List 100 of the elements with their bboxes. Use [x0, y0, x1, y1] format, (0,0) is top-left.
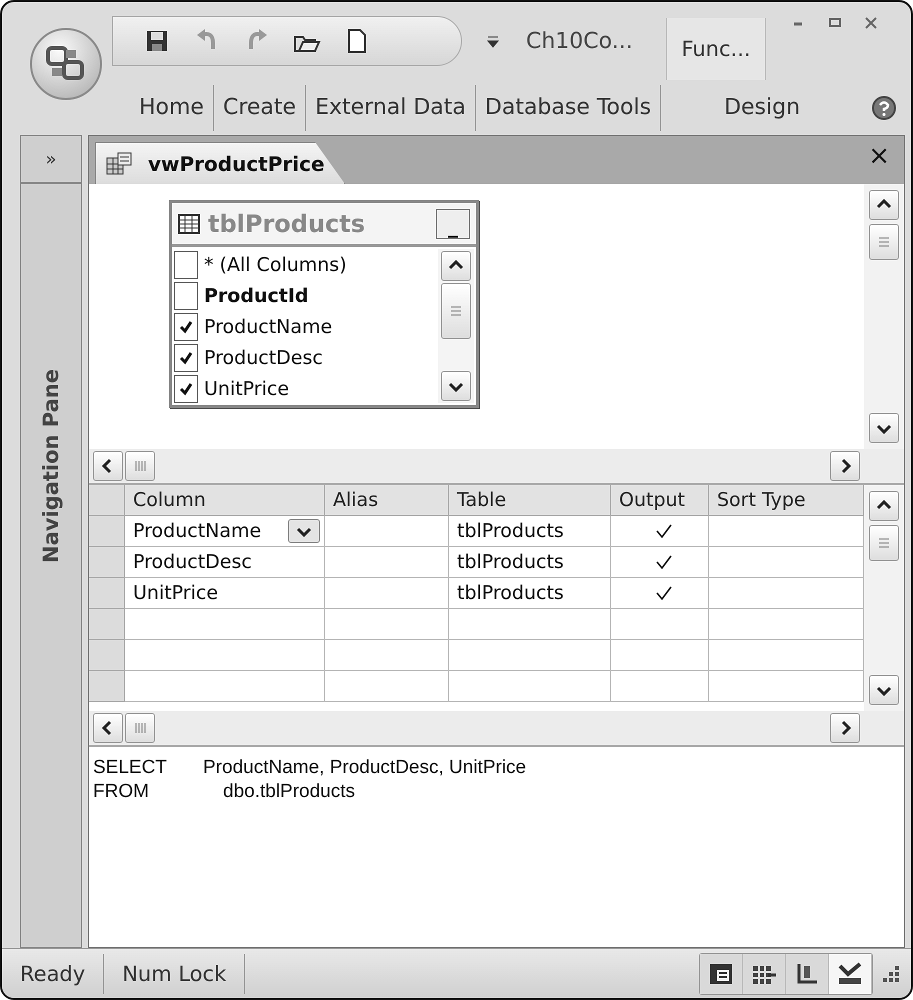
status-text: Num Lock: [104, 954, 246, 994]
document-tab[interactable]: vwProductPrice: [95, 142, 345, 184]
grid-cell[interactable]: [611, 609, 709, 640]
ribbon-tab[interactable]: Create: [214, 84, 306, 130]
grid-cell[interactable]: [449, 609, 611, 640]
field-name[interactable]: ProductName: [204, 316, 332, 338]
grip-icon: [134, 722, 146, 734]
grid-cell[interactable]: ProductDesc: [125, 547, 325, 578]
sql-keyword: FROM: [93, 781, 150, 803]
scroll-thumb[interactable]: [441, 283, 471, 339]
grid-cell[interactable]: tblProducts: [449, 578, 611, 609]
grip-icon: [878, 537, 890, 549]
vertical-scrollbar[interactable]: [438, 249, 474, 403]
view-button[interactable]: [829, 954, 872, 994]
sql-keyword: SELECT: [93, 757, 168, 779]
window-title: Ch10Co...: [526, 28, 634, 54]
column-header[interactable]: Table: [449, 485, 611, 516]
check-icon: [654, 554, 672, 570]
grid-cell[interactable]: [611, 547, 709, 578]
field-name[interactable]: * (All Columns): [204, 254, 347, 276]
grip-icon: [878, 236, 890, 248]
checkbox[interactable]: [174, 250, 198, 278]
table-title: tblProducts: [208, 210, 366, 238]
grid-cell[interactable]: [449, 671, 611, 702]
checkbox[interactable]: [174, 344, 198, 372]
maximize-icon[interactable]: [828, 16, 842, 30]
field-name[interactable]: UnitPrice: [204, 378, 290, 400]
minimize-button[interactable]: _: [436, 208, 470, 238]
grip-icon: [134, 460, 146, 472]
scroll-thumb[interactable]: [125, 713, 155, 743]
grid-cell[interactable]: [611, 640, 709, 671]
checkbox[interactable]: [174, 312, 198, 340]
scroll-thumb[interactable]: [869, 525, 899, 561]
table-window[interactable]: tblProducts _ * (All Columns) ProductId ProductName ProductDesc UnitPrice: [169, 200, 479, 408]
grid-cell[interactable]: [325, 609, 449, 640]
query-icon: [106, 152, 132, 176]
grid-cell[interactable]: [325, 516, 449, 547]
scroll-down-button[interactable]: [869, 413, 899, 443]
field-name[interactable]: ProductId: [204, 284, 308, 306]
grid-cell[interactable]: [125, 640, 325, 671]
close-tab-button[interactable]: ×: [868, 141, 890, 171]
help-icon[interactable]: [871, 94, 897, 120]
grid-cell[interactable]: UnitPrice: [125, 578, 325, 609]
column-header[interactable]: Output: [611, 485, 709, 516]
grid-cell[interactable]: ProductName: [125, 516, 325, 547]
ribbon-tab[interactable]: Database Tools: [476, 84, 662, 130]
header-corner: [89, 485, 125, 516]
scroll-right-button[interactable]: [830, 713, 860, 743]
field-name[interactable]: ProductDesc: [204, 346, 323, 368]
horizontal-scrollbar[interactable]: [89, 449, 904, 485]
check-icon: [654, 523, 672, 539]
ribbon-tab[interactable]: External Data: [306, 84, 476, 130]
grid-cell[interactable]: [325, 671, 449, 702]
sql-pane[interactable]: SELECT ProductName, ProductDesc, UnitPrice FROM dbo.tblProducts: [89, 747, 904, 947]
column-header[interactable]: Sort Type: [709, 485, 864, 516]
grid-cell[interactable]: [611, 578, 709, 609]
grid-cell[interactable]: [125, 671, 325, 702]
grid-cell[interactable]: [611, 516, 709, 547]
check-icon: [654, 585, 672, 601]
check-icon: [179, 350, 193, 364]
column-header[interactable]: Alias: [325, 485, 449, 516]
view-button[interactable]: [743, 954, 786, 994]
ribbon-tab[interactable]: Design: [687, 84, 838, 130]
scroll-left-button[interactable]: [93, 451, 123, 481]
grid-cell[interactable]: [325, 640, 449, 671]
scroll-left-button[interactable]: [93, 713, 123, 743]
scroll-up-button[interactable]: [869, 491, 899, 521]
ribbon-tab[interactable]: Home: [130, 84, 214, 130]
grid-cell[interactable]: tblProducts: [449, 547, 611, 578]
grid-cell[interactable]: [449, 640, 611, 671]
grid-cell[interactable]: [325, 547, 449, 578]
contextual-tab-group[interactable]: Func...: [666, 18, 766, 80]
sql-text: ProductName, ProductDesc, UnitPrice: [203, 757, 526, 779]
expand-pane-button[interactable]: »: [21, 136, 81, 184]
vertical-scrollbar[interactable]: [864, 485, 904, 711]
scroll-up-button[interactable]: [441, 251, 471, 281]
check-icon: [179, 382, 193, 396]
navigation-pane-label[interactable]: Navigation Pane: [39, 368, 63, 562]
grid-cell[interactable]: tblProducts: [449, 516, 611, 547]
check-icon: [179, 320, 193, 334]
grid-cell[interactable]: [325, 578, 449, 609]
scroll-down-button[interactable]: [869, 675, 899, 705]
grid-cell[interactable]: [125, 609, 325, 640]
vertical-scrollbar[interactable]: [864, 184, 904, 449]
close-icon[interactable]: [864, 16, 878, 30]
checkbox[interactable]: [174, 374, 198, 402]
view-button[interactable]: [700, 954, 743, 994]
scroll-thumb[interactable]: [869, 224, 899, 260]
grip-icon: [450, 305, 462, 317]
dropdown-button[interactable]: [288, 519, 320, 543]
customize-dropdown-icon[interactable]: [486, 34, 500, 48]
scroll-right-button[interactable]: [830, 451, 860, 481]
grid-cell[interactable]: [611, 671, 709, 702]
column-header[interactable]: Column: [125, 485, 325, 516]
horizontal-scrollbar[interactable]: [89, 711, 904, 747]
scroll-up-button[interactable]: [869, 190, 899, 220]
scroll-thumb[interactable]: [125, 451, 155, 481]
scroll-down-button[interactable]: [441, 371, 471, 401]
checkbox[interactable]: [174, 282, 198, 310]
view-button[interactable]: [786, 954, 829, 994]
